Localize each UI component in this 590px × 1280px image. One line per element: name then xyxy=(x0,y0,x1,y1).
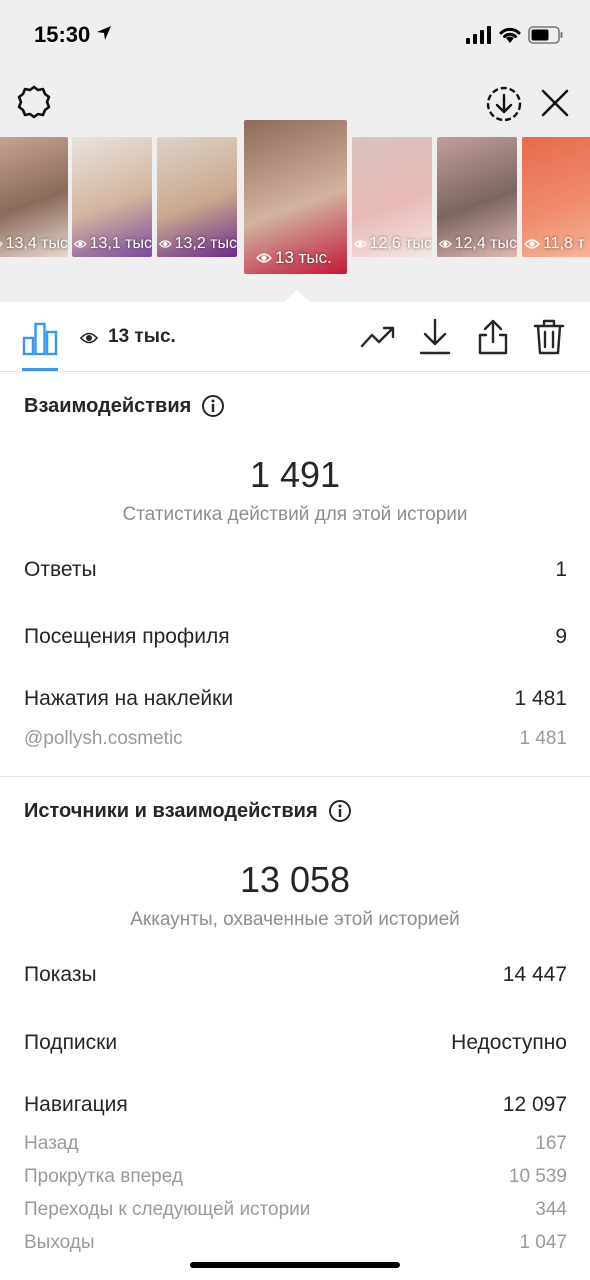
story-thumbnail[interactable]: 11,8 т xyxy=(522,137,590,257)
interactions-caption: Статистика действий для этой истории xyxy=(122,504,468,525)
sticker-taps-row: Нажатия на наклейки 1 481 xyxy=(24,687,567,711)
impressions-row: Показы 14 447 xyxy=(24,963,567,987)
active-tab-indicator xyxy=(22,368,58,371)
row-value: 1 481 xyxy=(519,728,567,749)
status-time: 15:30 xyxy=(34,22,91,47)
row-value: 10 539 xyxy=(508,1166,567,1187)
row-label: Нажатия на наклейки xyxy=(24,687,234,710)
row-value: 14 447 xyxy=(502,963,567,986)
share-icon[interactable] xyxy=(476,318,510,356)
story-view-count-text: 11,8 т xyxy=(543,235,585,252)
interactions-section-header: Взаимодействия xyxy=(24,394,225,418)
row-value: Недоступно xyxy=(451,1031,567,1054)
info-icon[interactable] xyxy=(201,394,225,418)
trash-icon[interactable] xyxy=(532,318,566,356)
row-label: Подписки xyxy=(24,1031,118,1054)
insights-toolbar: 13 тыс. xyxy=(0,302,590,372)
gear-icon[interactable] xyxy=(16,84,52,120)
eye-icon xyxy=(74,240,87,248)
row-value: 1 047 xyxy=(519,1232,567,1253)
replies-row: Ответы 1 xyxy=(24,558,567,582)
reach-title: Источники и взаимодействия xyxy=(24,799,318,822)
row-label: Ответы xyxy=(24,558,97,581)
story-view-count-text: 12,6 тыс xyxy=(369,235,432,252)
info-icon[interactable] xyxy=(328,799,352,823)
row-label: Переходы к следующей истории xyxy=(24,1199,311,1220)
story-view-count-text: 13,2 тыс xyxy=(174,235,237,252)
story-thumbnail[interactable]: 13,2 тыс xyxy=(157,137,237,257)
bar-chart-icon[interactable] xyxy=(22,320,58,356)
story-thumbnail[interactable]: 13,1 тыс xyxy=(72,137,152,257)
views-count: 13 тыс. xyxy=(108,326,176,347)
eye-icon xyxy=(159,240,172,248)
forward-row: Прокрутка вперед 10 539 xyxy=(24,1166,567,1188)
row-value: 167 xyxy=(535,1133,567,1154)
eye-icon xyxy=(256,253,272,263)
row-value: 1 481 xyxy=(514,687,567,710)
row-value: 12 097 xyxy=(502,1093,567,1116)
story-thumbnail-selected[interactable]: 13 тыс. xyxy=(244,120,347,274)
row-value: 9 xyxy=(555,625,567,648)
story-view-count: 13,4 тыс xyxy=(0,235,68,253)
profile-visits-row: Посещения профиля 9 xyxy=(24,625,567,649)
row-label: Выходы xyxy=(24,1232,95,1253)
location-arrow-icon xyxy=(97,26,111,40)
story-view-count: 12,6 тыс xyxy=(352,235,432,253)
reach-section-header: Источники и взаимодействия xyxy=(24,799,352,823)
row-label: Назад xyxy=(24,1133,79,1154)
battery-icon xyxy=(528,26,563,44)
row-value: 1 xyxy=(555,558,567,581)
close-icon[interactable] xyxy=(540,88,570,118)
story-view-count: 13,2 тыс xyxy=(157,235,237,253)
story-view-count-text: 13,1 тыс xyxy=(89,235,152,252)
story-view-count: 13,1 тыс xyxy=(72,235,152,253)
eye-icon xyxy=(80,332,98,344)
eye-icon xyxy=(524,239,540,249)
row-label: Показы xyxy=(24,963,97,986)
follows-row: Подписки Недоступно xyxy=(24,1031,567,1055)
section-divider xyxy=(0,776,590,777)
eye-icon xyxy=(439,240,452,248)
wifi-icon xyxy=(499,27,521,43)
eye-icon xyxy=(354,240,367,248)
story-view-count: 11,8 т xyxy=(522,235,590,253)
story-thumbnail[interactable]: 12,6 тыс xyxy=(352,137,432,257)
download-icon[interactable] xyxy=(418,318,452,356)
home-indicator xyxy=(190,1262,400,1268)
row-label: Посещения профиля xyxy=(24,625,230,648)
row-label: Прокрутка вперед xyxy=(24,1166,183,1187)
back-row: Назад 167 xyxy=(24,1133,567,1155)
cellular-signal-icon xyxy=(466,26,491,44)
sticker-mention-row[interactable]: @pollysh.cosmetic 1 481 xyxy=(24,728,567,750)
story-view-count: 12,4 тыс xyxy=(437,235,517,253)
story-view-count-text: 13 тыс. xyxy=(275,248,332,267)
reach-caption: Аккаунты, охваченные этой историей xyxy=(130,909,460,930)
promote-trend-icon[interactable] xyxy=(360,322,396,352)
story-view-count-text: 13,4 тыс xyxy=(5,235,68,252)
row-label: Навигация xyxy=(24,1093,128,1116)
exits-row: Выходы 1 047 xyxy=(24,1232,567,1254)
next-story-row: Переходы к следующей истории 344 xyxy=(24,1199,567,1221)
story-view-count: 13 тыс. xyxy=(244,248,347,268)
story-view-count-text: 12,4 тыс xyxy=(454,235,517,252)
story-thumbnail[interactable]: 13,4 тыс xyxy=(0,137,68,257)
eye-icon xyxy=(0,241,3,247)
story-preview-area: 15:30 13,4 тыс 13,1 тыс 13,2 тыс 13 тыс. 1 xyxy=(0,0,590,303)
save-download-icon[interactable] xyxy=(486,86,522,122)
navigation-row: Навигация 12 097 xyxy=(24,1093,567,1117)
interactions-title: Взаимодействия xyxy=(24,394,192,417)
reach-total: 13 058 xyxy=(239,859,351,900)
row-label: @pollysh.cosmetic xyxy=(24,728,183,749)
story-thumbnail[interactable]: 12,4 тыс xyxy=(437,137,517,257)
interactions-total: 1 491 xyxy=(249,454,341,495)
row-value: 344 xyxy=(535,1199,567,1220)
status-bar: 15:30 xyxy=(0,0,590,70)
